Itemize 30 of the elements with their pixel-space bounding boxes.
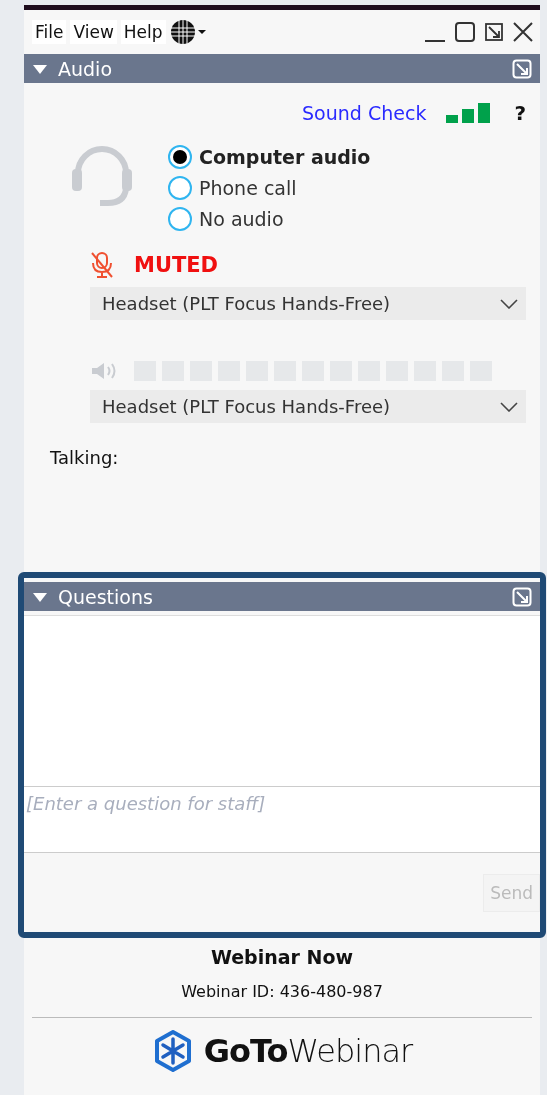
speaker-dropdown[interactable]: Headset (PLT Focus Hands-Free) (90, 390, 526, 423)
audio-option[interactable]: No audio (168, 207, 371, 231)
popout-icon[interactable] (484, 22, 504, 42)
panel-title: Audio (58, 57, 112, 80)
menu-item[interactable]: View (70, 20, 117, 44)
language-globe-icon[interactable] (169, 19, 208, 45)
menu-item[interactable]: File (32, 20, 67, 44)
panel-header[interactable]: Audio (24, 54, 540, 83)
webinar-title: Webinar Now (210, 946, 354, 968)
chevron-down-icon (500, 401, 518, 412)
close-icon[interactable] (512, 21, 534, 43)
talking-label: Talking: (49, 446, 120, 468)
audio-option[interactable]: Phone call (168, 176, 371, 200)
question-input[interactable]: [Enter a question for staff] (24, 787, 540, 853)
audio-option[interactable]: Computer audio (168, 145, 371, 169)
radio-button[interactable] (168, 145, 192, 169)
maximize-icon[interactable] (454, 21, 476, 43)
webinar-id: Webinar ID: 436-480-987 (181, 982, 383, 1001)
radio-button[interactable] (168, 176, 192, 200)
microphone-dropdown[interactable]: Headset (PLT Focus Hands-Free) (90, 287, 526, 320)
mic-status: MUTED (134, 253, 219, 277)
help-icon[interactable]: ? (514, 101, 526, 125)
sound-check-link[interactable]: Sound Check (302, 102, 427, 124)
radio-button[interactable] (168, 207, 192, 231)
microphone-muted-icon[interactable] (90, 251, 114, 279)
chevron-down-icon (500, 298, 518, 309)
panel-header[interactable]: Questions (24, 582, 540, 611)
product-logo-text: GoToWebinar (203, 1032, 413, 1070)
menu-item[interactable]: Help (120, 20, 166, 44)
panel-title: Questions (58, 585, 153, 608)
